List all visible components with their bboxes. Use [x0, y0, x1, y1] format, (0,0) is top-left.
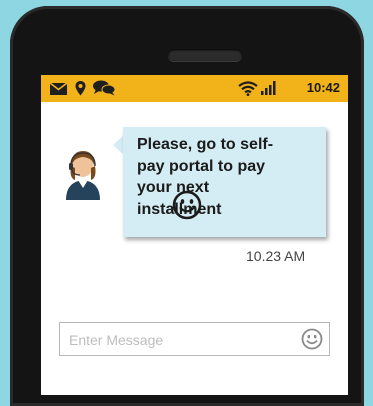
chat-icon — [93, 80, 115, 96]
support-agent-avatar — [66, 151, 100, 200]
message-line: installment — [137, 200, 222, 218]
message-line: pay portal to pay — [137, 157, 266, 175]
location-pin-icon — [75, 81, 86, 96]
wifi-icon — [238, 81, 258, 96]
phone-speaker — [168, 49, 242, 61]
message-input[interactable]: Enter Message — [59, 322, 330, 356]
emoji-button-icon[interactable] — [301, 328, 323, 350]
chat-message: Please, go to self- pay portal to pay yo… — [137, 134, 317, 220]
mail-icon — [50, 83, 67, 95]
smiley-icon — [172, 190, 202, 220]
chat-bubble: Please, go to self- pay portal to pay yo… — [123, 127, 326, 237]
message-line: Please, go to self- — [137, 136, 274, 153]
message-line: your next — [137, 179, 210, 196]
signal-icon — [261, 81, 276, 95]
message-timestamp: 10.23 AM — [246, 248, 306, 264]
phone-screen: 10:42 Please, go to self- pay portal to … — [41, 75, 348, 395]
status-time: 10:42 — [306, 80, 340, 95]
status-bar: 10:42 — [41, 75, 348, 102]
message-input-placeholder: Enter Message — [69, 332, 164, 348]
